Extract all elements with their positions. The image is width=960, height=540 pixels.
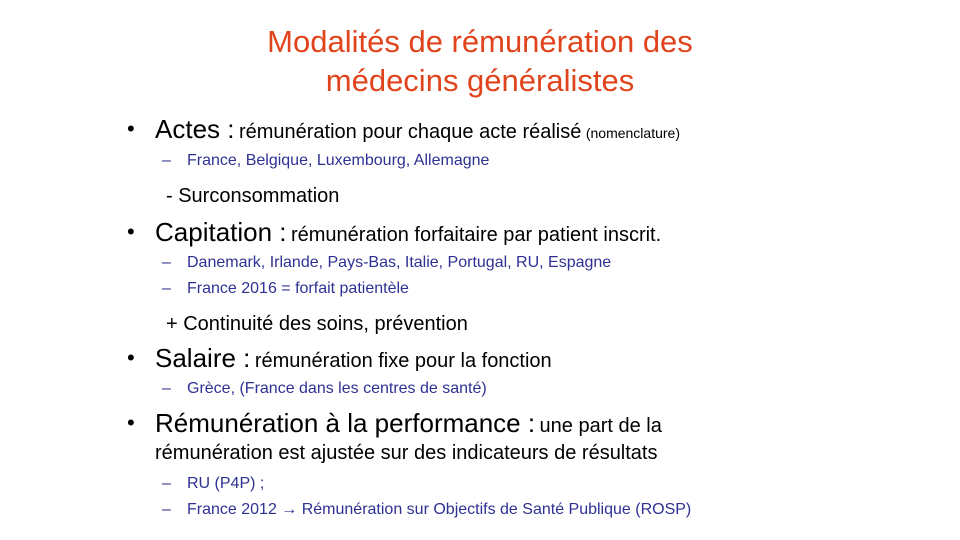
sub-item-text: France 2016 = forfait patientèle — [187, 280, 409, 297]
bullet-icon: • — [127, 410, 135, 435]
sub-item: – Danemark, Irlande, Pays-Bas, Italie, P… — [0, 250, 960, 276]
dash-icon: – — [162, 475, 171, 492]
item-salaire: • Salaire : rémunération fixe pour la fo… — [0, 341, 960, 375]
sub-item: – France, Belgique, Luxembourg, Allemagn… — [0, 148, 960, 174]
item-desc: rémunération forfaitaire par patient ins… — [290, 224, 662, 246]
bullet-icon: • — [127, 345, 135, 370]
item-extra: + Continuité des soins, prévention — [166, 313, 468, 335]
sub-item-text: France 2012 → Rémunération sur Objectifs… — [187, 501, 692, 518]
item-desc: rémunération pour chaque acte réalisé — [238, 121, 582, 143]
bullet-icon: • — [127, 219, 135, 244]
item-heading: Actes : — [155, 114, 235, 144]
item-performance: • Rémunération à la performance : une pa… — [0, 406, 960, 466]
item-desc: une part de la — [539, 415, 662, 437]
item-heading: Salaire : — [155, 343, 251, 373]
item-heading: Capitation : — [155, 217, 287, 247]
dash-icon: – — [162, 254, 171, 271]
dash-icon: – — [162, 380, 171, 397]
item-desc: rémunération fixe pour la fonction — [254, 350, 552, 372]
sub-item: – Grèce, (France dans les centres de san… — [0, 376, 960, 402]
bullet-list: • Actes : rémunération pour chaque acte … — [0, 112, 960, 523]
item-capitation: • Capitation : rémunération forfaitaire … — [0, 215, 960, 249]
sub-item: – France 2012 → Rémunération sur Objecti… — [0, 497, 960, 523]
dash-icon: – — [162, 152, 171, 169]
sub-item-text: Danemark, Irlande, Pays-Bas, Italie, Por… — [187, 254, 612, 271]
item-heading: Rémunération à la performance : — [155, 408, 536, 438]
sub-item: – RU (P4P) ; — [0, 471, 960, 497]
sub-item-text: Grèce, (France dans les centres de santé… — [187, 380, 487, 397]
item-extra: - Surconsommation — [166, 185, 340, 207]
dash-icon: – — [162, 501, 171, 518]
title-line-1: Modalités de rémunération des — [267, 24, 693, 59]
title-line-2: médecins généralistes — [325, 63, 635, 98]
dash-icon: – — [162, 280, 171, 297]
item-note: (nomenclature) — [585, 125, 680, 141]
item-actes: • Actes : rémunération pour chaque acte … — [0, 112, 960, 146]
sub-item: – France 2016 = forfait patientèle — [0, 276, 960, 302]
item-desc-cont: rémunération est ajustée sur des indicat… — [155, 442, 658, 464]
bullet-icon: • — [127, 116, 135, 141]
sub-item-text: RU (P4P) ; — [187, 475, 265, 492]
slide-title: Modalités de rémunération des médecins g… — [0, 22, 960, 100]
sub-item-text: France, Belgique, Luxembourg, Allemagne — [187, 152, 490, 169]
